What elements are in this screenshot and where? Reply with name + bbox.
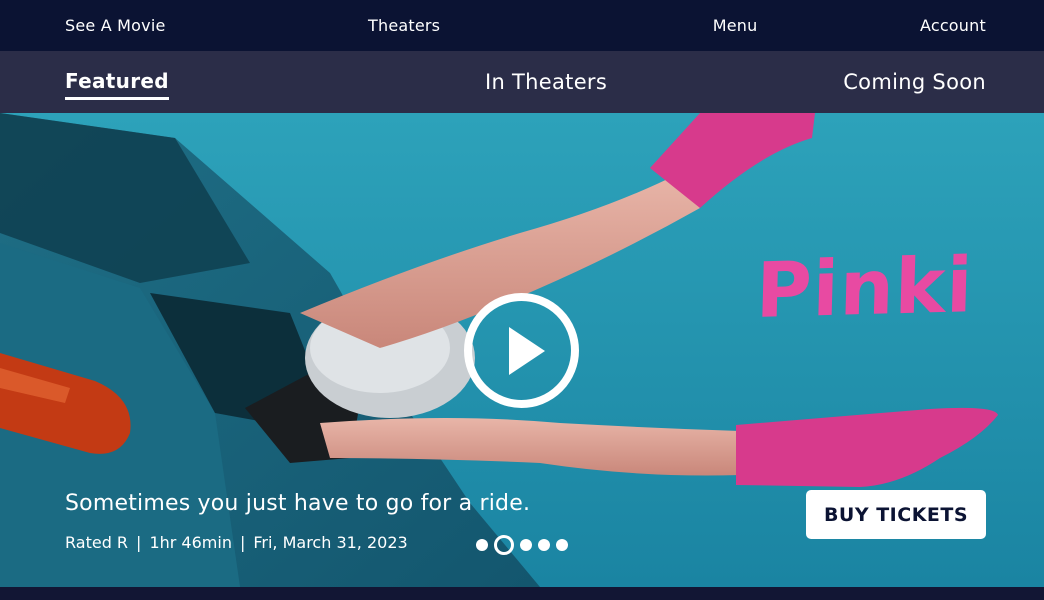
bottom-strip xyxy=(0,587,1044,600)
carousel-dot[interactable] xyxy=(520,539,532,551)
movie-runtime: 1hr 46min xyxy=(149,533,232,552)
buy-tickets-button[interactable]: BUY TICKETS xyxy=(806,490,986,539)
tab-coming-soon[interactable]: Coming Soon xyxy=(843,70,986,94)
movie-tagline: Sometimes you just have to go for a ride… xyxy=(65,491,531,516)
meta-separator: | xyxy=(136,533,142,552)
carousel-dot-active[interactable] xyxy=(494,535,514,555)
tab-in-theaters[interactable]: In Theaters xyxy=(485,70,607,94)
meta-separator: | xyxy=(239,533,246,552)
movie-title-logo: Pinki xyxy=(754,240,975,335)
top-navigation: See A Movie Theaters Menu Account xyxy=(0,0,1044,51)
nav-account[interactable]: Account xyxy=(920,16,986,35)
play-icon xyxy=(508,326,545,375)
nav-theaters[interactable]: Theaters xyxy=(368,16,440,35)
carousel-indicators xyxy=(476,535,568,555)
movie-release-date: Fri, March 31, 2023 xyxy=(253,533,408,552)
nav-see-a-movie[interactable]: See A Movie xyxy=(65,16,166,35)
category-tabs: Featured In Theaters Coming Soon xyxy=(0,51,1044,113)
movie-meta: Rated R | 1hr 46min | Fri, March 31, 202… xyxy=(65,533,408,552)
hero-banner: Pinki Sometimes you just have to go for … xyxy=(0,113,1044,587)
carousel-dot[interactable] xyxy=(556,539,568,551)
movie-rating: Rated R xyxy=(65,533,129,552)
carousel-dot[interactable] xyxy=(538,539,550,551)
play-trailer-button[interactable] xyxy=(464,293,579,408)
nav-menu[interactable]: Menu xyxy=(713,16,758,35)
carousel-dot[interactable] xyxy=(476,539,488,551)
tab-featured[interactable]: Featured xyxy=(65,69,169,100)
